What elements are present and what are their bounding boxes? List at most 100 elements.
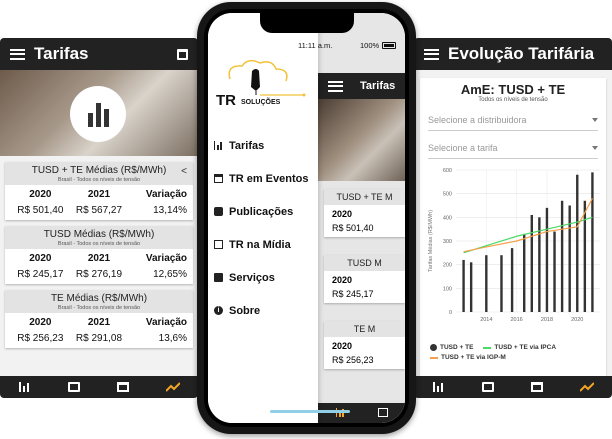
x-tick-label: 2014 xyxy=(480,317,492,323)
chart-bar xyxy=(485,255,488,312)
legend-item[interactable]: TUSD + TE via IPCA xyxy=(483,344,556,351)
column-header: 2021 xyxy=(87,317,111,328)
chart-bar xyxy=(568,205,571,312)
select-placeholder: Selecione a distribuidora xyxy=(428,114,527,125)
calendar-icon[interactable] xyxy=(177,48,188,60)
tarifas-screen: Tarifas TUSD + TE Médias (R$/MWh) Brasil… xyxy=(0,38,198,398)
column-header: 2020 xyxy=(29,317,52,328)
y-tick-label: 300 xyxy=(443,239,452,245)
info-icon: i xyxy=(214,306,223,315)
nav-news-icon[interactable] xyxy=(481,382,494,392)
card-title: TUSD M xyxy=(324,255,405,271)
card-header: TUSD + TE Médias (R$/MWh) Brasil - Todos… xyxy=(5,162,193,185)
menu-item-sobre[interactable]: i Sobre xyxy=(214,294,318,327)
menu-item-publicacoes[interactable]: Publicações xyxy=(214,195,318,228)
card-values: 2020 2021 Variação R$ 245,17 R$ 276,19 1… xyxy=(5,249,193,284)
value-cell: R$ 567,27 xyxy=(75,205,123,216)
nav-calendar-icon[interactable] xyxy=(116,382,129,392)
nav-trend-icon[interactable] xyxy=(165,382,180,392)
menu-item-label: TR em Eventos xyxy=(229,172,309,185)
chart-bar xyxy=(553,231,556,312)
nav-news-icon xyxy=(378,408,388,417)
menu-item-label: Tarifas xyxy=(229,139,265,152)
chart-bar xyxy=(576,174,579,312)
x-tick-label: 2020 xyxy=(571,317,583,323)
y-tick-label: 400 xyxy=(443,215,452,221)
nav-news-icon[interactable] xyxy=(67,382,80,392)
logo-text-solucoes: SOLUÇÕES xyxy=(241,97,281,106)
bus-icon xyxy=(214,207,223,216)
share-icon[interactable]: < xyxy=(181,166,187,177)
bottom-nav xyxy=(414,376,612,398)
legend-item[interactable]: TUSD + TE via IGP-M xyxy=(430,354,506,361)
tr-solucoes-logo: TR SOLUÇÕES xyxy=(216,59,306,107)
select-placeholder: Selecione a tarifa xyxy=(428,142,498,153)
value-cell: 13,14% xyxy=(153,205,187,216)
y-tick-label: 100 xyxy=(443,286,452,292)
app-bar: Tarifas xyxy=(318,73,405,99)
chart-bar xyxy=(545,207,549,312)
chevron-down-icon xyxy=(592,117,598,122)
tariff-card[interactable]: TE Médias (R$/MWh) Brasil - Todos os nív… xyxy=(5,290,193,348)
app-bar: Evolução Tarifária xyxy=(414,38,612,70)
value-cell: R$ 291,08 xyxy=(75,333,123,344)
distributor-select[interactable]: Selecione a distribuidora xyxy=(428,109,598,131)
card-header: TE Médias (R$/MWh) Brasil - Todos os nív… xyxy=(5,290,193,313)
menu-item-servicos[interactable]: Serviços xyxy=(214,261,318,294)
calendar-icon xyxy=(214,174,223,183)
app-bar: Tarifas xyxy=(0,38,198,70)
x-tick-label: 2016 xyxy=(511,317,523,323)
menu-item-label: Serviços xyxy=(229,271,275,284)
column-header: Variação xyxy=(145,253,187,264)
column-header: Variação xyxy=(145,189,187,200)
legend-swatch xyxy=(430,356,438,359)
column-header: 2020 xyxy=(29,189,52,200)
evolucao-screen: Evolução Tarifária AmE: TUSD + TE Todos … xyxy=(414,38,612,398)
menu-item-midia[interactable]: TR na Mídia xyxy=(214,228,318,261)
chart-bar xyxy=(510,248,514,312)
menu-icon[interactable] xyxy=(424,48,439,60)
nav-tarifas-icon[interactable] xyxy=(18,382,31,392)
card-subtitle: Brasil - Todos os níveis de tensão xyxy=(57,241,141,247)
background-screen: Tarifas TUSD + TE M 2020 R$ 501,40 TUSD … xyxy=(318,13,405,423)
tariff-chart: 0 100 200 300 400 500 600 2014 2016 2018 2020 Tarif… xyxy=(428,168,600,323)
chevron-down-icon xyxy=(592,145,598,150)
tariff-card[interactable]: TUSD Médias (R$/MWh) Brasil - Todos os n… xyxy=(5,226,193,284)
phone-mockup: 11:11 a.m. 100% Tarifas TUSD + TE M 2020… xyxy=(197,2,416,434)
chart-title: AmE: TUSD + TE xyxy=(460,82,566,97)
tariff-card: TUSD M 2020 R$ 245,17 xyxy=(324,255,405,303)
chart-bar xyxy=(591,172,594,312)
value-cell: R$ 276,19 xyxy=(75,269,123,280)
legend-item[interactable]: TUSD + TE xyxy=(430,344,473,351)
value-cell: R$ 501,40 xyxy=(17,205,64,216)
value-cell: 13,6% xyxy=(158,333,187,344)
phone-screen: 11:11 a.m. 100% Tarifas TUSD + TE M 2020… xyxy=(208,13,405,423)
home-indicator[interactable] xyxy=(270,410,350,413)
column-header: 2020 xyxy=(332,209,353,219)
nav-trend-icon[interactable] xyxy=(579,382,594,392)
card-values: 2020 2021 Variação R$ 501,40 R$ 567,27 1… xyxy=(5,185,193,220)
card-values: 2020 2021 Variação R$ 256,23 R$ 291,08 1… xyxy=(5,313,193,348)
column-header: 2020 xyxy=(332,275,353,285)
screen-title: Evolução Tarifária xyxy=(448,44,595,63)
tariff-card: TE M 2020 R$ 256,23 xyxy=(324,321,405,369)
column-header: 2021 xyxy=(87,189,111,200)
chart-bar xyxy=(560,200,564,312)
nav-calendar-icon[interactable] xyxy=(530,382,543,392)
tariff-card[interactable]: TUSD + TE Médias (R$/MWh) Brasil - Todos… xyxy=(5,162,193,220)
column-header: 2020 xyxy=(332,341,353,351)
card-title: TE Médias (R$/MWh) xyxy=(50,293,148,304)
hero-image xyxy=(0,70,198,156)
nav-tarifas-icon[interactable] xyxy=(432,382,445,392)
phone-notch xyxy=(260,13,354,33)
chart-subtitle: Todos os níveis de tensão xyxy=(478,97,548,103)
phone-bezel: 11:11 a.m. 100% Tarifas TUSD + TE M 2020… xyxy=(204,9,409,427)
menu-item-eventos[interactable]: TR em Eventos xyxy=(214,162,318,195)
menu-icon[interactable] xyxy=(10,48,25,60)
chart-bar xyxy=(500,255,503,312)
menu-item-tarifas[interactable]: Tarifas xyxy=(214,129,318,162)
column-header: Variação xyxy=(145,317,187,328)
card-title: TUSD + TE Médias (R$/MWh) xyxy=(31,165,167,176)
tariff-select[interactable]: Selecione a tarifa xyxy=(428,137,598,159)
card-title: TUSD Médias (R$/MWh) xyxy=(43,229,155,240)
